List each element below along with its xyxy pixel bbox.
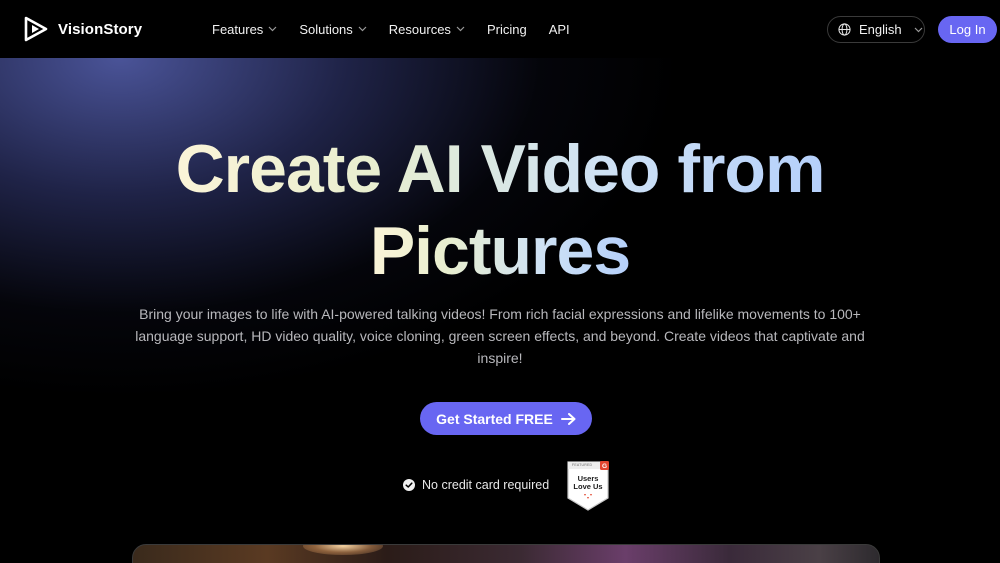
no-credit-card-note: No credit card required [403, 478, 549, 492]
hero-section: Create AI Video from Pictures Bring your… [0, 58, 1000, 563]
video-preview[interactable] [132, 544, 880, 563]
nav-solutions[interactable]: Solutions [299, 21, 367, 37]
chevron-down-icon [914, 27, 923, 32]
hero-title-line2: Pictures [0, 210, 1000, 292]
hero-subtitle: Bring your images to life with AI-powere… [135, 306, 865, 366]
hero-title-line1: Create AI Video from [0, 128, 1000, 210]
top-nav: VisionStory Features Solutions Resources… [0, 0, 1000, 58]
badge-featured-text: FEATURED [572, 463, 593, 467]
nav-api[interactable]: API [549, 22, 570, 37]
language-selector[interactable]: English [827, 16, 925, 43]
play-triangle-logo-icon [24, 16, 48, 42]
nav-resources-label: Resources [388, 21, 451, 37]
brand-name: VisionStory [58, 20, 143, 38]
nav-resources[interactable]: Resources [389, 22, 465, 37]
chevron-down-icon [268, 26, 277, 32]
nav-solutions-label: Solutions [299, 21, 353, 37]
badge-line2: Love Us [573, 482, 603, 491]
nav-pricing[interactable]: Pricing [487, 22, 527, 37]
get-started-label: Get Started FREE [436, 410, 553, 427]
users-love-us-badge: G FEATURED Users Love Us [566, 460, 610, 512]
nav-features-label: Features [212, 21, 264, 37]
chevron-down-icon [358, 26, 367, 32]
no-credit-card-text: No credit card required [422, 478, 550, 492]
chevron-down-icon [456, 26, 465, 32]
nav-pricing-label: Pricing [486, 21, 527, 37]
nav-features[interactable]: Features [212, 22, 277, 37]
check-circle-icon [403, 479, 415, 491]
hero-title-line2-text: Pictures [369, 213, 631, 289]
preview-light-glow [303, 545, 383, 555]
get-started-button[interactable]: Get Started FREE [420, 402, 592, 435]
brand[interactable]: VisionStory [24, 16, 142, 42]
globe-icon [838, 23, 851, 36]
arrow-right-icon [560, 412, 576, 425]
language-label: English [859, 22, 902, 37]
login-button[interactable]: Log In [938, 16, 997, 43]
main-menu: Features Solutions Resources Pricing API [212, 0, 570, 58]
nav-api-label: API [548, 21, 570, 37]
svg-text:G: G [602, 463, 607, 470]
hero-title-line1-text: Create AI Video from [175, 131, 826, 207]
